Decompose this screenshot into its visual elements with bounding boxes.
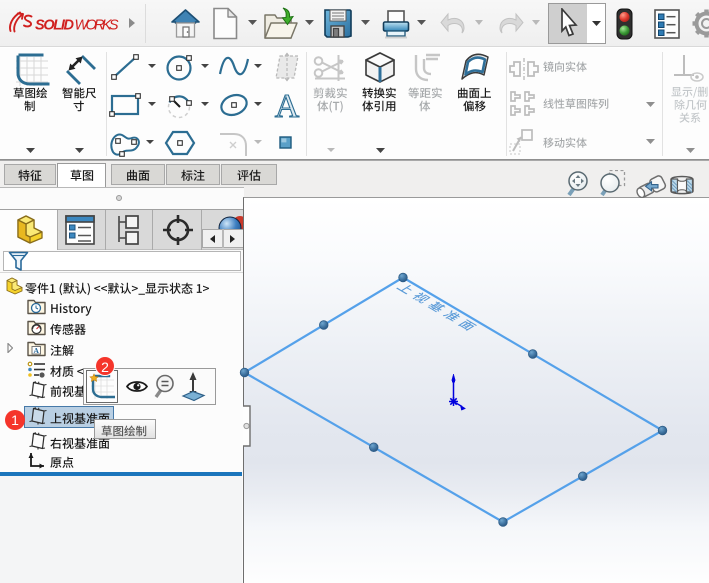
svg-text:A: A: [275, 88, 300, 120]
svg-text:WORKS: WORKS: [75, 18, 119, 34]
svg-text:SOLID: SOLID: [35, 18, 75, 34]
svg-text:A: A: [33, 346, 39, 355]
